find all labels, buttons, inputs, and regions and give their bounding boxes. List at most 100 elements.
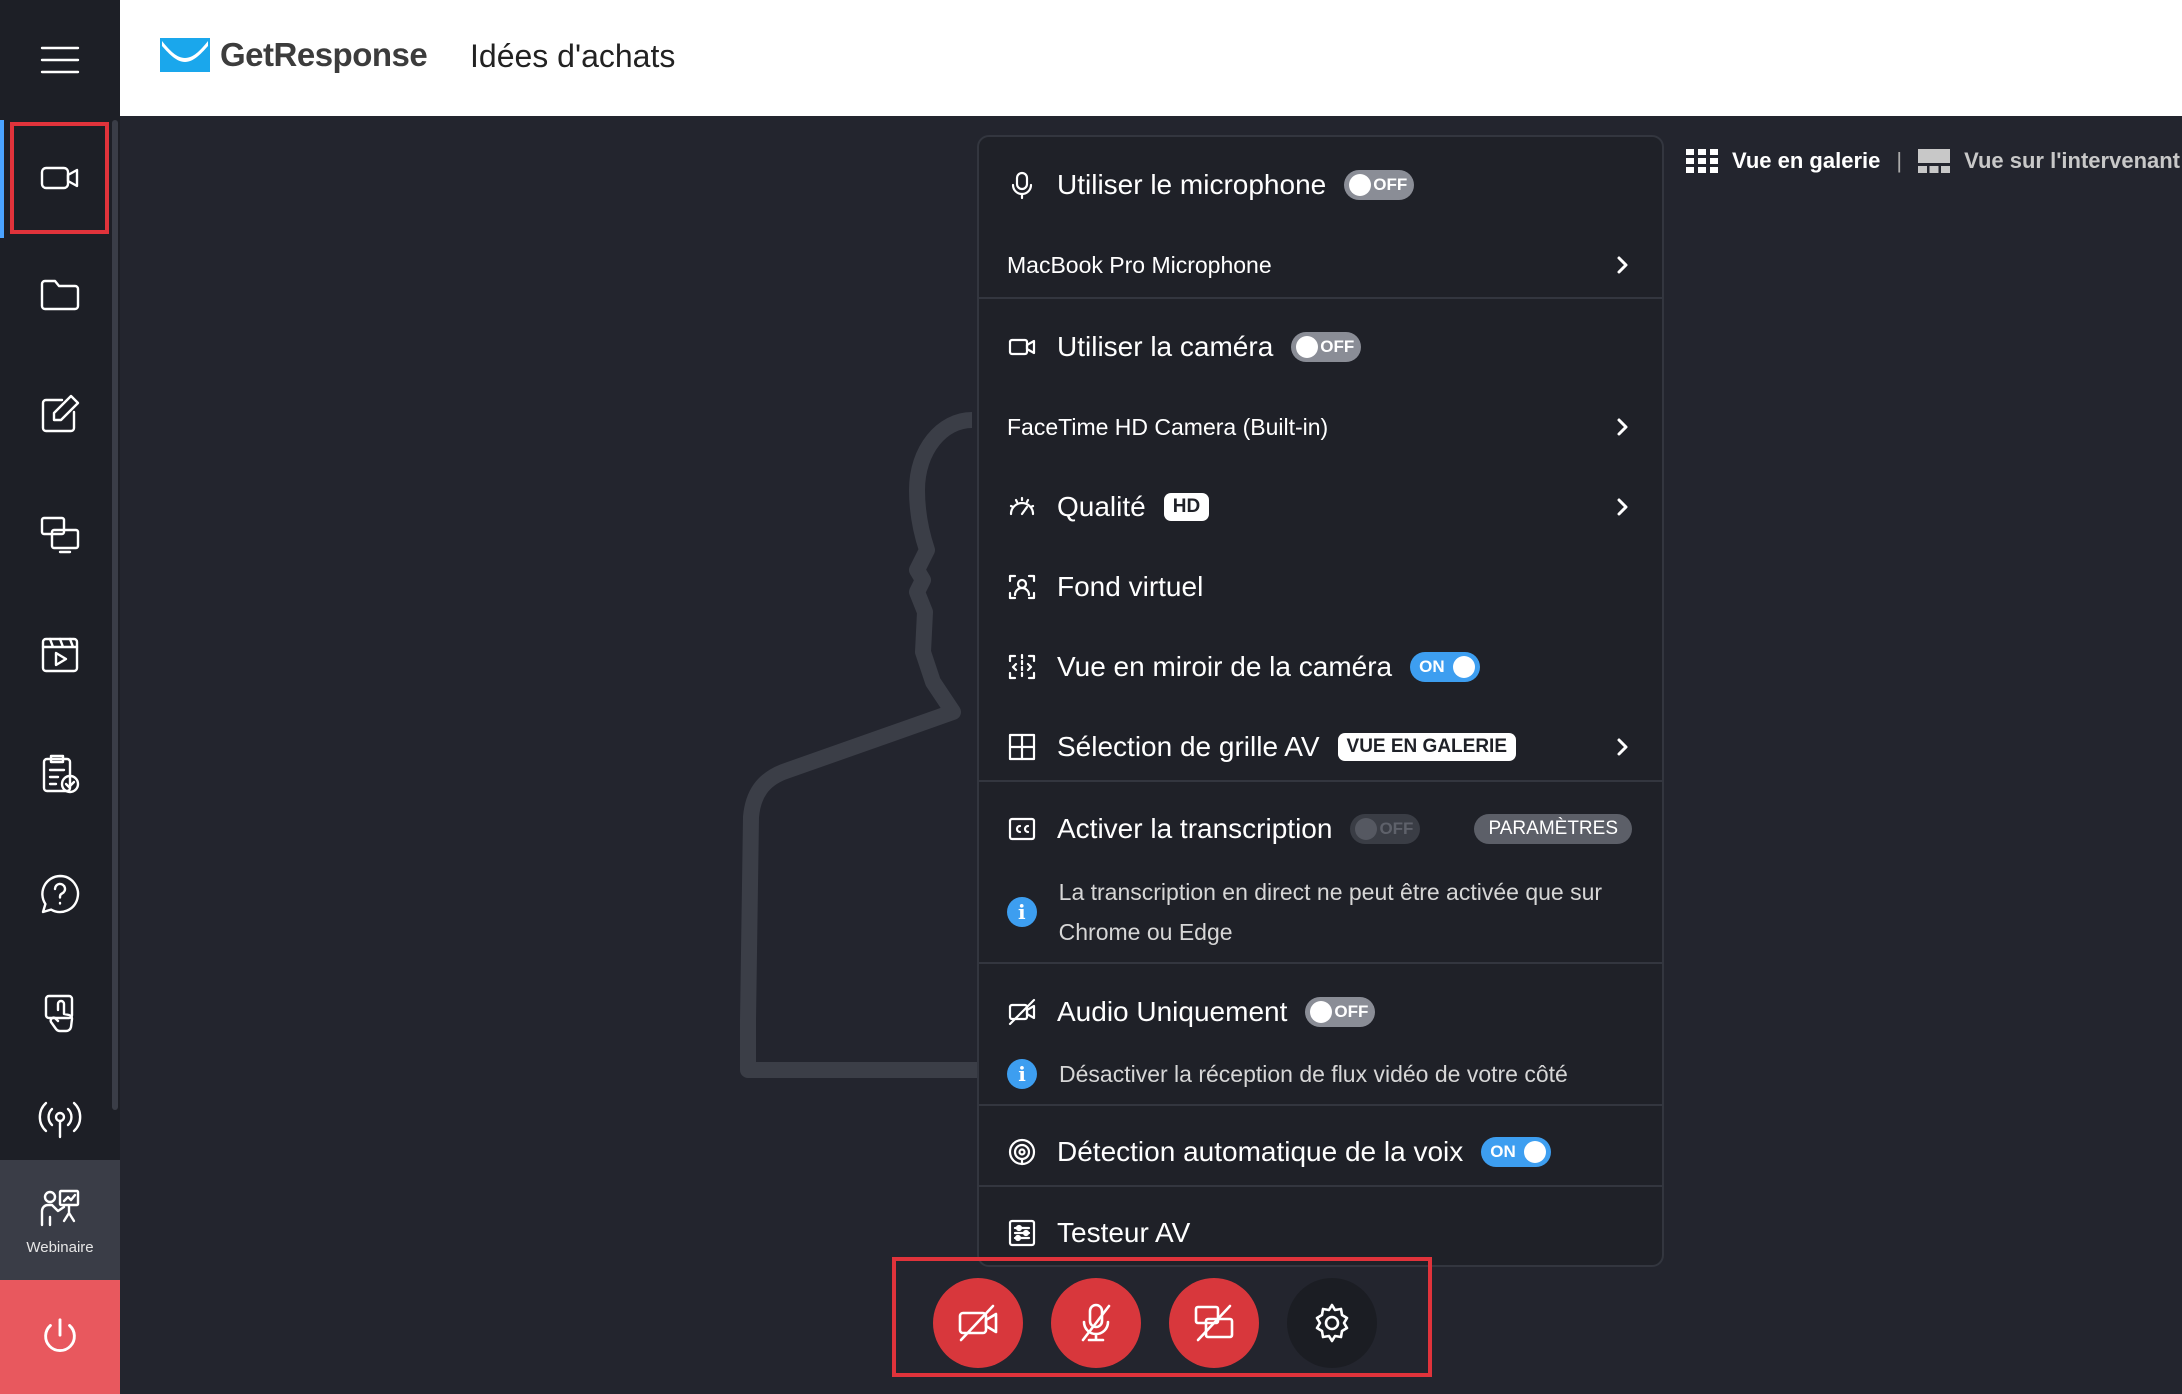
power-button[interactable] — [0, 1280, 120, 1394]
virtual-background-icon — [1007, 572, 1037, 602]
camera-icon — [1007, 332, 1037, 362]
grid-selection-badge: VUE EN GALERIE — [1337, 733, 1517, 761]
hamburger-menu-button[interactable] — [0, 0, 120, 120]
envelope-logo-icon — [160, 38, 210, 72]
sidebar-item-edit[interactable] — [0, 354, 120, 474]
sidebar-item-questions[interactable] — [0, 834, 120, 954]
microphone-device-row[interactable]: MacBook Pro Microphone — [979, 235, 1662, 295]
audio-only-row: Audio Uniquement OFF — [979, 982, 1662, 1042]
av-settings-menu: Utiliser le microphone OFF MacBook Pro M… — [977, 135, 1664, 1267]
virtual-background-row[interactable]: Fond virtuel — [979, 557, 1662, 617]
power-icon — [44, 1318, 76, 1353]
transcription-settings-button[interactable]: PARAMÈTRES — [1474, 814, 1632, 844]
transcription-toggle[interactable]: OFF — [1350, 814, 1421, 844]
getresponse-logo[interactable]: GetResponse — [160, 36, 428, 74]
mirror-label: Vue en miroir de la caméra — [1057, 651, 1393, 682]
sidebar-highlight-box — [10, 122, 109, 234]
microphone-off-button[interactable] — [1051, 1278, 1141, 1368]
menu-divider — [979, 297, 1662, 299]
edit-icon — [41, 394, 80, 433]
quality-row[interactable]: Qualité HD — [979, 477, 1662, 537]
menu-divider — [979, 962, 1662, 964]
sidebar-item-interaction[interactable] — [0, 954, 120, 1074]
voice-detection-row: Détection automatique de la voix ON — [979, 1122, 1662, 1182]
av-tester-row[interactable]: Testeur AV — [979, 1203, 1662, 1263]
view-separator: | — [1896, 148, 1903, 173]
grid-selection-row[interactable]: Sélection de grille AV VUE EN GALERIE — [979, 717, 1662, 777]
camera-label: Utiliser la caméra — [1057, 331, 1274, 362]
speaker-view-icon — [1918, 149, 1951, 173]
voice-detection-label: Détection automatique de la voix — [1057, 1136, 1464, 1167]
grid-selection-label: Sélection de grille AV — [1057, 731, 1320, 762]
menu-divider — [979, 1104, 1662, 1106]
sidebar-item-video-library[interactable] — [0, 594, 120, 714]
gallery-view-link[interactable]: Vue en galerie — [1732, 148, 1880, 174]
sidebar-item-screen-share[interactable] — [0, 474, 120, 594]
screen-share-off-button[interactable] — [1169, 1278, 1259, 1368]
sidebar-item-broadcast[interactable] — [0, 1074, 120, 1164]
quality-badge: HD — [1163, 493, 1210, 521]
camera-toggle[interactable]: OFF — [1291, 332, 1362, 362]
top-header: GetResponse Idées d'achats — [120, 0, 2182, 116]
logo-text: GetResponse — [220, 36, 428, 73]
settings-button[interactable] — [1287, 1278, 1377, 1368]
voice-detection-toggle[interactable]: ON — [1481, 1137, 1552, 1167]
mirror-toggle[interactable]: ON — [1410, 652, 1481, 682]
view-switch: Vue en galerie | Vue sur l'intervenant — [1686, 148, 2180, 174]
mirror-row: Vue en miroir de la caméra ON — [979, 637, 1662, 697]
page-title: Idées d'achats — [470, 38, 676, 74]
audio-only-label: Audio Uniquement — [1057, 996, 1288, 1027]
transcription-info-row: i La transcription en direct ne peut êtr… — [979, 867, 1662, 957]
sidebar-item-checklist[interactable] — [0, 714, 120, 834]
menu-divider — [979, 780, 1662, 782]
video-play-icon — [41, 637, 79, 673]
camera-device-row[interactable]: FaceTime HD Camera (Built-in) — [979, 397, 1662, 457]
hamburger-icon — [40, 46, 80, 74]
grid-icon — [1007, 732, 1037, 762]
gear-icon — [1315, 1303, 1349, 1343]
broadcast-icon — [38, 1101, 82, 1139]
mirror-icon — [1007, 652, 1037, 682]
sidebar-scrollbar[interactable] — [112, 120, 118, 1110]
quality-gauge-icon — [1007, 492, 1037, 522]
camera-off-icon — [958, 1304, 998, 1342]
microphone-toggle[interactable]: OFF — [1344, 170, 1415, 200]
sidebar-item-folder[interactable] — [0, 234, 120, 354]
audio-only-info-text: Désactiver la réception de flux vidéo de… — [1059, 1061, 1568, 1087]
chevron-right-icon — [1612, 497, 1632, 517]
left-sidebar: Webinaire — [0, 0, 120, 1394]
chevron-right-icon — [1612, 737, 1632, 757]
camera-device-label: FaceTime HD Camera (Built-in) — [1007, 413, 1329, 440]
info-icon: i — [1007, 1059, 1037, 1089]
microphone-off-icon — [1081, 1303, 1111, 1342]
camera-row: Utiliser la caméra OFF — [979, 317, 1662, 377]
camera-off-button[interactable] — [933, 1278, 1023, 1368]
microphone-device-label: MacBook Pro Microphone — [1007, 251, 1272, 278]
virtual-background-label: Fond virtuel — [1057, 571, 1204, 602]
screen-share-off-icon — [1194, 1304, 1234, 1342]
info-icon: i — [1007, 897, 1037, 927]
audio-only-info-row: i Désactiver la réception de flux vidéo … — [979, 1044, 1662, 1104]
microphone-row: Utiliser le microphone OFF — [979, 155, 1662, 215]
microphone-label: Utiliser le microphone — [1057, 169, 1327, 200]
touch-icon — [44, 994, 74, 1033]
presenter-icon — [40, 1189, 80, 1226]
av-tester-label: Testeur AV — [1057, 1217, 1191, 1248]
transcription-row: Activer la transcription OFF PARAMÈTRES — [979, 799, 1662, 859]
video-off-icon — [1007, 997, 1037, 1027]
transcription-label: Activer la transcription — [1057, 813, 1333, 844]
folder-icon — [40, 279, 80, 311]
microphone-icon — [1007, 170, 1037, 200]
audio-only-toggle[interactable]: OFF — [1305, 997, 1376, 1027]
menu-divider — [979, 1185, 1662, 1187]
screen-share-icon — [40, 516, 80, 554]
closed-caption-icon — [1007, 814, 1037, 844]
voice-detection-icon — [1007, 1137, 1037, 1167]
speaker-view-link[interactable]: Vue sur l'intervenant — [1964, 148, 2180, 174]
chevron-right-icon — [1612, 255, 1632, 275]
sidebar-item-webinaire[interactable]: Webinaire — [0, 1160, 120, 1280]
question-icon — [41, 874, 80, 914]
checklist-icon — [42, 754, 80, 794]
webinaire-label: Webinaire — [26, 1238, 94, 1256]
chevron-right-icon — [1612, 417, 1632, 437]
